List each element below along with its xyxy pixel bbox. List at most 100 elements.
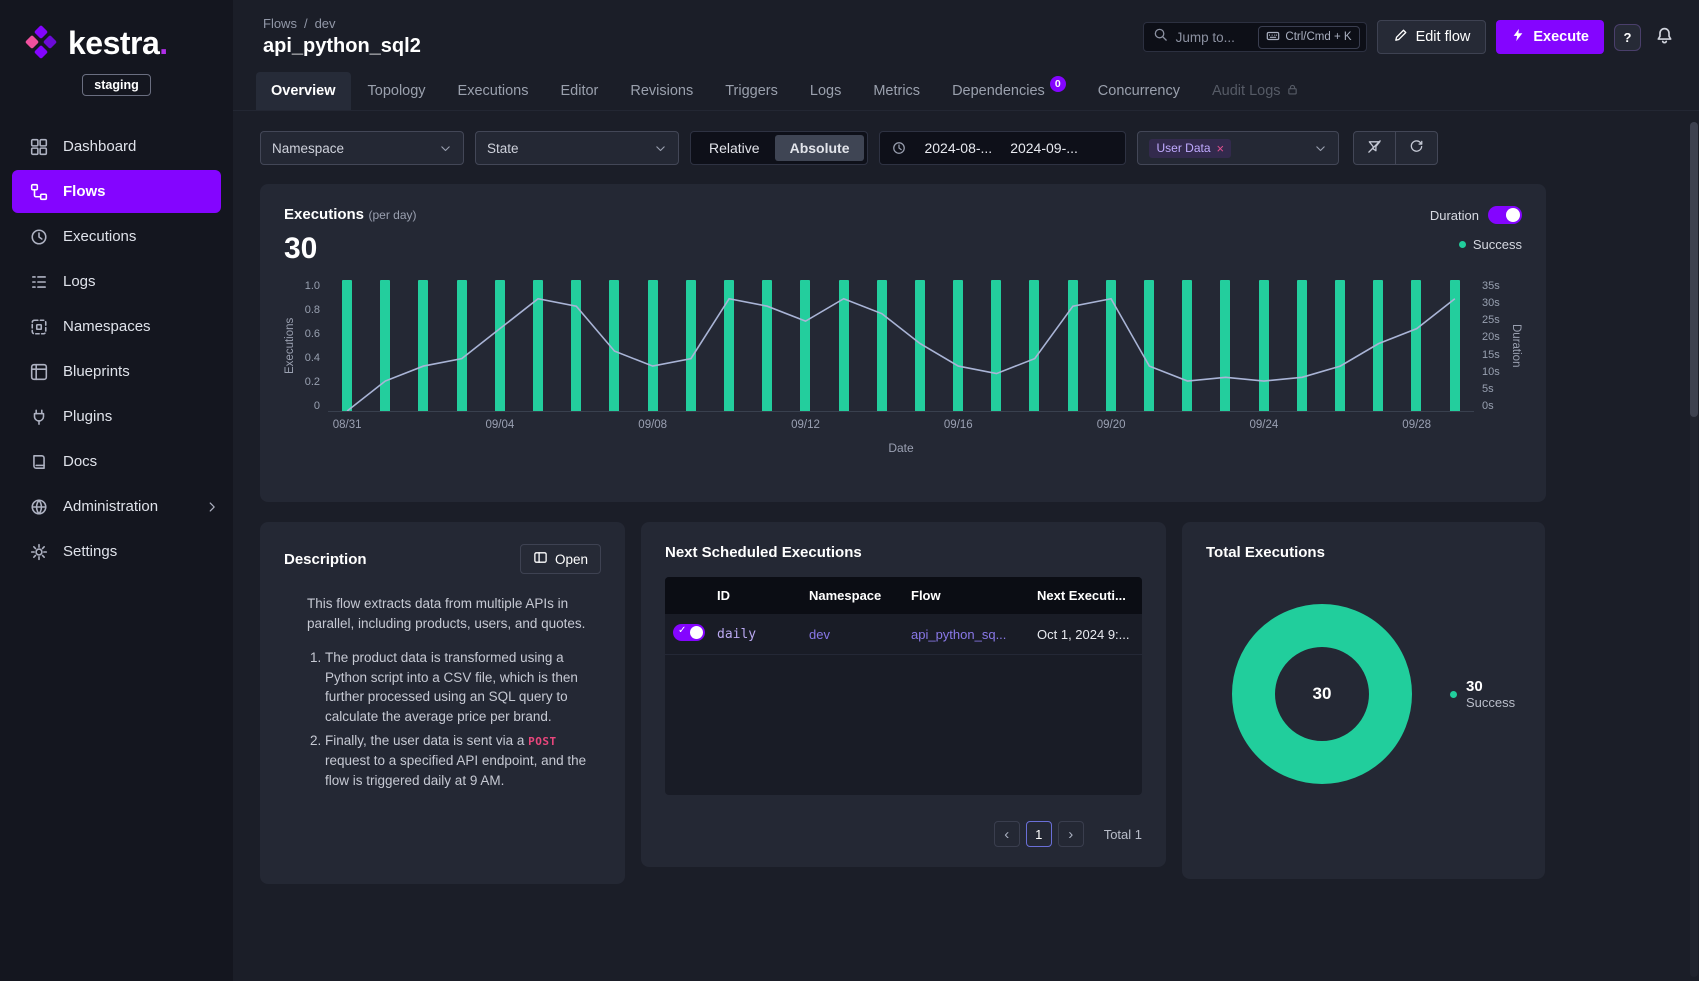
table-row[interactable]: daily dev api_python_sq... Oct 1, 2024 9… — [665, 614, 1142, 655]
execution-bar[interactable] — [1029, 280, 1039, 411]
namespace-filter[interactable]: Namespace — [260, 131, 464, 165]
execution-bar[interactable] — [686, 280, 696, 411]
namespace-link[interactable]: dev — [801, 617, 903, 652]
chart-bars — [328, 280, 1474, 411]
donut-legend[interactable]: 30 Success — [1450, 678, 1515, 710]
sidebar-item-plugins[interactable]: Plugins — [0, 394, 233, 439]
notifications-button[interactable] — [1651, 24, 1677, 51]
sidebar-item-label: Docs — [63, 453, 97, 470]
execution-bar[interactable] — [877, 280, 887, 411]
current-page[interactable]: 1 — [1026, 821, 1052, 847]
state-filter[interactable]: State — [475, 131, 679, 165]
execution-bar[interactable] — [915, 280, 925, 411]
description-intro: This flow extracts data from multiple AP… — [307, 594, 601, 633]
absolute-button[interactable]: Absolute — [775, 135, 865, 161]
sidebar-item-label: Logs — [63, 273, 96, 290]
refresh-button[interactable] — [1395, 131, 1438, 165]
tab-triggers[interactable]: Triggers — [710, 72, 793, 110]
tab-audit-logs[interactable]: Audit Logs — [1197, 72, 1314, 110]
execution-bar[interactable] — [1373, 280, 1383, 411]
help-button[interactable]: ? — [1614, 24, 1641, 51]
execution-bar[interactable] — [800, 280, 810, 411]
tab-overview[interactable]: Overview — [256, 72, 351, 110]
execution-bar[interactable] — [342, 280, 352, 411]
execution-bar[interactable] — [1335, 280, 1345, 411]
date-start[interactable]: 2024-08-... — [924, 140, 992, 156]
tab-editor[interactable]: Editor — [545, 72, 613, 110]
donut-legend-label: Success — [1466, 695, 1515, 710]
clear-filters-button[interactable] — [1353, 131, 1396, 165]
tab-revisions[interactable]: Revisions — [615, 72, 708, 110]
edit-flow-button[interactable]: Edit flow — [1377, 20, 1487, 54]
execution-bar[interactable] — [1182, 280, 1192, 411]
kestra-logo[interactable]: kestra. — [0, 0, 233, 62]
total-executions-donut[interactable]: 30 — [1232, 604, 1412, 784]
sidebar-item-executions[interactable]: Executions — [0, 214, 233, 259]
sidebar-item-settings[interactable]: Settings — [0, 529, 233, 574]
tab-logs[interactable]: Logs — [795, 72, 856, 110]
user-data-filter[interactable]: User Data × — [1137, 131, 1339, 165]
execution-bar[interactable] — [1411, 280, 1421, 411]
scrollbar-thumb[interactable] — [1690, 122, 1698, 417]
open-panel-icon — [533, 550, 548, 568]
trigger-enabled-toggle[interactable] — [673, 624, 705, 641]
execution-bar[interactable] — [724, 280, 734, 411]
scheduled-card-title: Next Scheduled Executions — [665, 544, 1142, 561]
execution-bar[interactable] — [991, 280, 1001, 411]
execute-button[interactable]: Execute — [1496, 20, 1604, 54]
execution-bar[interactable] — [1297, 280, 1307, 411]
jump-to-search[interactable]: Jump to... Ctrl/Cmd + K — [1143, 22, 1367, 52]
sidebar-item-docs[interactable]: Docs — [0, 439, 233, 484]
administration-icon — [30, 498, 48, 516]
next-execution-date: Oct 1, 2024 9:... — [1029, 617, 1142, 652]
tab-topology[interactable]: Topology — [353, 72, 441, 110]
execution-bar[interactable] — [1144, 280, 1154, 411]
execution-bar[interactable] — [495, 280, 505, 411]
execution-bar[interactable] — [533, 280, 543, 411]
execution-bar[interactable] — [609, 280, 619, 411]
execution-bar[interactable] — [648, 280, 658, 411]
tab-metrics[interactable]: Metrics — [858, 72, 935, 110]
sidebar-item-logs[interactable]: Logs — [0, 259, 233, 304]
tab-dependencies[interactable]: Dependencies0 — [937, 72, 1081, 110]
top-bar: Flows / dev api_python_sql2 Jump to... C… — [233, 0, 1699, 66]
duration-toggle-label: Duration — [1430, 208, 1479, 223]
execution-bar[interactable] — [1068, 280, 1078, 411]
execution-bar[interactable] — [839, 280, 849, 411]
execution-bar[interactable] — [1106, 280, 1116, 411]
execution-bar[interactable] — [418, 280, 428, 411]
execution-bar[interactable] — [1450, 280, 1460, 411]
scrollbar[interactable] — [1690, 122, 1698, 977]
breadcrumb-flows[interactable]: Flows — [263, 16, 297, 31]
relative-button[interactable]: Relative — [694, 135, 775, 161]
tab-executions[interactable]: Executions — [443, 72, 544, 110]
next-page-button[interactable]: › — [1058, 821, 1084, 847]
tab-concurrency[interactable]: Concurrency — [1083, 72, 1195, 110]
sidebar-item-flows[interactable]: Flows — [12, 170, 221, 213]
chart-plot-area[interactable] — [328, 280, 1474, 412]
prev-page-button[interactable]: ‹ — [994, 821, 1020, 847]
date-end[interactable]: 2024-09-... — [1010, 140, 1078, 156]
breadcrumb-namespace[interactable]: dev — [315, 16, 336, 31]
open-description-button[interactable]: Open — [520, 544, 601, 574]
sidebar-item-dashboard[interactable]: Dashboard — [0, 124, 233, 169]
execution-bar[interactable] — [762, 280, 772, 411]
success-legend[interactable]: Success — [1459, 237, 1522, 252]
execution-bar[interactable] — [380, 280, 390, 411]
execution-bar[interactable] — [953, 280, 963, 411]
execution-bar[interactable] — [571, 280, 581, 411]
execution-bar[interactable] — [1259, 280, 1269, 411]
flow-link[interactable]: api_python_sq... — [903, 617, 1029, 652]
execution-bar[interactable] — [1220, 280, 1230, 411]
trigger-id: daily — [709, 617, 801, 652]
toggle-column-header — [665, 585, 709, 607]
date-mode-toggle: Relative Absolute — [690, 131, 868, 165]
execution-bar[interactable] — [457, 280, 467, 411]
sidebar-item-namespaces[interactable]: Namespaces — [0, 304, 233, 349]
sidebar-item-administration[interactable]: Administration — [0, 484, 233, 529]
sidebar-item-blueprints[interactable]: Blueprints — [0, 349, 233, 394]
remove-chip-icon[interactable]: × — [1217, 141, 1225, 156]
duration-toggle[interactable] — [1488, 206, 1522, 224]
clock-icon — [892, 141, 906, 155]
date-range-picker[interactable]: 2024-08-... 2024-09-... — [879, 131, 1126, 165]
